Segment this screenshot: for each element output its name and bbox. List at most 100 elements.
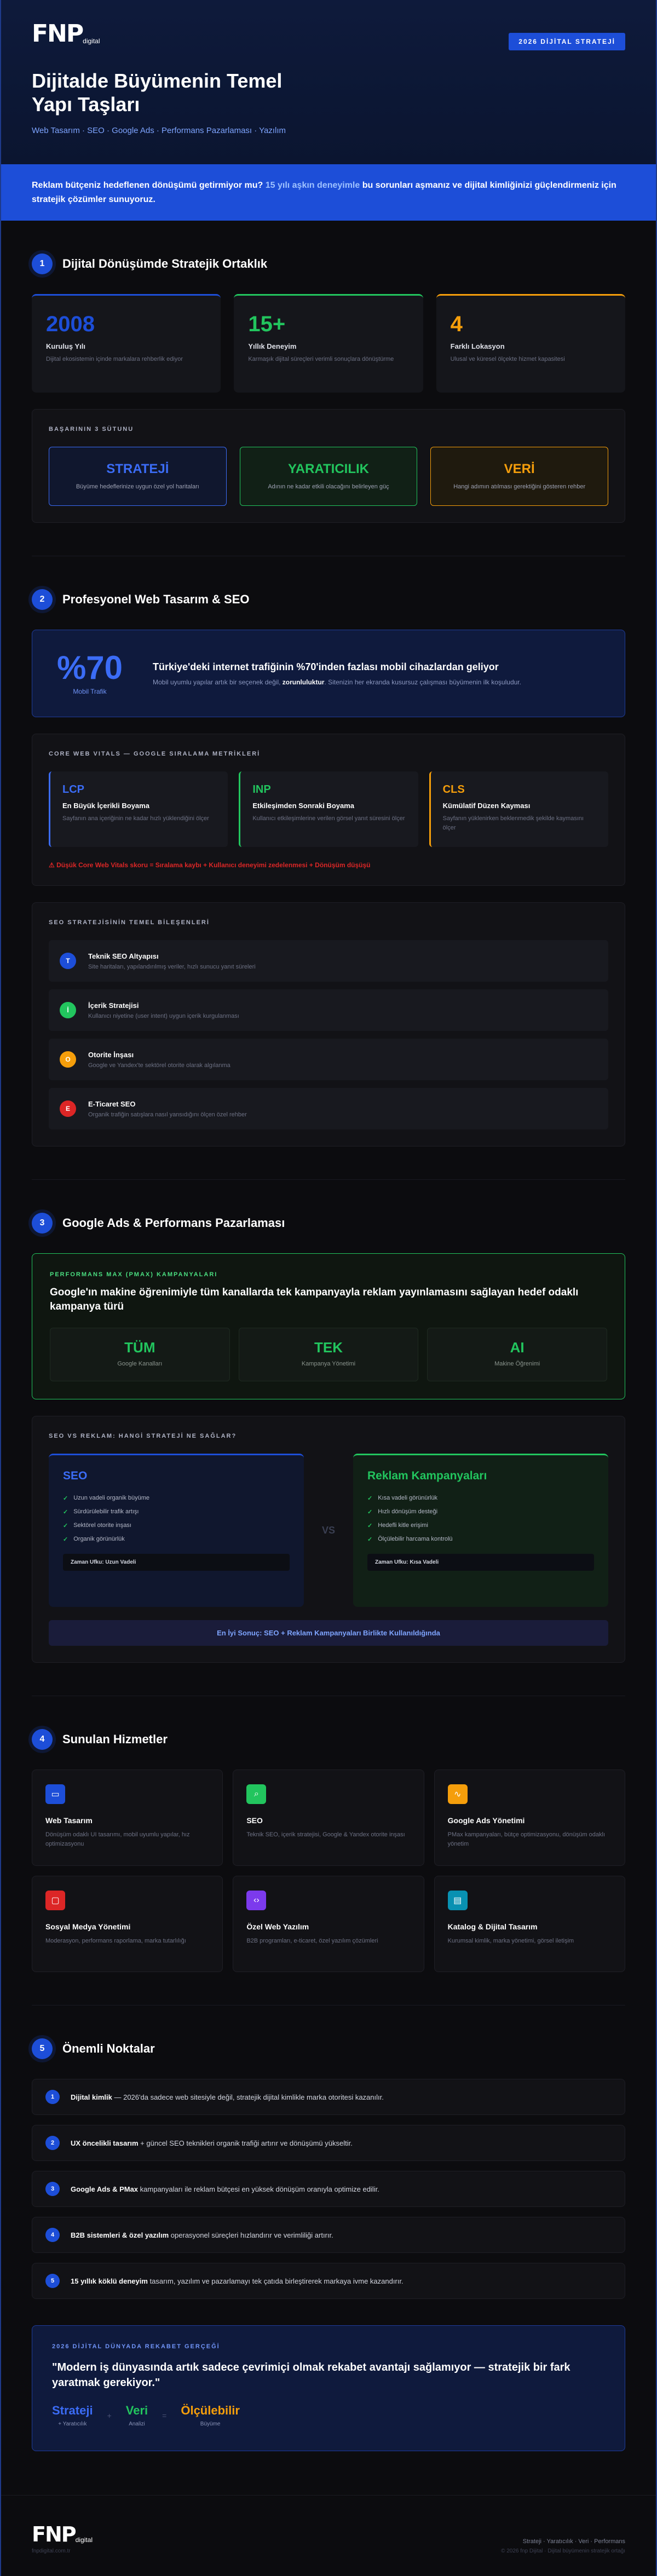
stat-label: Kuruluş Yılı [46, 342, 85, 351]
mobile-stat: %70 Mobil Trafik [54, 649, 125, 696]
logo-mark: FNP [32, 20, 84, 48]
section-header: 3 Google Ads & Performans Pazarlaması [32, 1213, 625, 1234]
list-item-text: Sürdürülebilir trafik artışı [73, 1508, 139, 1515]
list-item-text: Hızlı dönüşüm desteği [378, 1508, 438, 1515]
pillars-grid: STRATEJİ Büyüme hedeflerinize uygun özel… [49, 447, 608, 506]
seo-card: SEO ✓ Uzun vadeli organik büyüme ✓ Sürdürü… [49, 1454, 304, 1607]
cwv-desc: Sayfanın ana içeriğinin ne kadar hızlı y… [62, 815, 209, 822]
section-number: 1 [32, 253, 53, 275]
section-key-points: 5 Önemli Noktalar 1 Dijital kimlik — 202… [1, 2006, 656, 2452]
pmax-value: AI [510, 1339, 525, 1356]
intro-banner: Reklam bütçeniz hedeflenen dönüşümü geti… [1, 164, 656, 221]
formula-growth: Ölçülebilir Büyüme [181, 2404, 240, 2427]
section-ads: 3 Google Ads & Performans Pazarlaması PE… [1, 1180, 656, 1663]
list-item: ✓ Ölçülebilir harcama kontrolü [367, 1532, 594, 1546]
formula-value: Ölçülebilir [181, 2404, 240, 2418]
service-desc: PMax kampanyaları, bütçe optimizasyonu, … [447, 1831, 606, 1847]
seo-card-list: ✓ Uzun vadeli organik büyüme ✓ Sürdürülebi… [63, 1491, 290, 1546]
point-bold: Dijital kimlik [71, 2093, 112, 2101]
point-text: 15 yıllık köklü deneyim tasarım, yazılım… [71, 2277, 404, 2285]
seo-card-horizon: Zaman Ufku: Uzun Vadeli [63, 1554, 290, 1571]
point-rest: operasyonel süreçleri hızlandırır ve ver… [169, 2231, 333, 2239]
section-title: Sunulan Hizmetler [62, 1732, 168, 1747]
service-desc: Teknik SEO, içerik stratejisi, Google & … [246, 1831, 405, 1839]
stat-value: 2008 [46, 312, 95, 337]
list-item: ✓ Uzun vadeli organik büyüme [63, 1491, 290, 1505]
service-title: SEO [246, 1816, 263, 1825]
pillar-data: VERİ Hangi adımın atılması gerektiğini g… [430, 447, 608, 506]
section-number: 5 [32, 2038, 53, 2060]
seo-item-desc: Organik trafiğin satışlara nasıl yansıdı… [88, 1111, 247, 1118]
section-number: 4 [32, 1729, 53, 1750]
services-grid: ▭ Web Tasarım Dönüşüm odaklı UI tasarımı… [32, 1770, 625, 1973]
service-card-seo[interactable]: ⌕ SEO Teknik SEO, içerik stratejisi, Goo… [233, 1770, 424, 1866]
list-item-text: Sektörel otorite inşası [73, 1522, 131, 1529]
ads-card-list: ✓ Kısa vadeli görünürlük ✓ Hızlı dönüşüm d… [367, 1491, 594, 1546]
vs-label: SEO VS REKLAM: HANGİ STRATEJİ NE SAĞLAR? [49, 1433, 237, 1440]
vs-separator: VS [321, 1524, 335, 1536]
cwv-name: Etkileşimden Sonraki Boyama [252, 802, 355, 810]
point-text: B2B sistemleri & özel yazılım operasyone… [71, 2231, 333, 2239]
list-item-text: Kısa vadeli görünürlük [378, 1495, 438, 1502]
point-text: UX öncelikli tasarım + güncel SEO teknik… [71, 2139, 353, 2147]
list-item: ✓ Sektörel otorite inşası [63, 1519, 290, 1532]
seo-item-title: Otorite İnşası [88, 1050, 134, 1059]
hero-header: FNP digital 2026 DİJİTAL STRATEJİ Dijita… [1, 0, 656, 164]
service-card-custom-software[interactable]: ‹› Özel Web Yazılım B2B programları, e-t… [233, 1876, 424, 1973]
cwv-grid: LCP En Büyük İçerikli Boyama Sayfanın an… [49, 771, 608, 848]
formula-value: Veri [125, 2404, 148, 2418]
pmax-label-text: Google Kanalları [117, 1361, 163, 1368]
mobile-stat-value: %70 [56, 649, 123, 687]
formula-strategy: Strateji + Yaratıcılık [52, 2404, 93, 2427]
list-item: 4 B2B sistemleri & özel yazılım operasyo… [32, 2217, 625, 2254]
stat-card-founded: 2008 Kuruluş Yılı Dijital ekosistemin iç… [32, 294, 221, 393]
service-card-web-design[interactable]: ▭ Web Tasarım Dönüşüm odaklı UI tasarımı… [32, 1770, 223, 1866]
list-item: 1 Dijital kimlik — 2026'da sadece web si… [32, 2079, 625, 2116]
chat-icon: ▢ [45, 1891, 65, 1911]
service-desc: B2B programları, e-ticaret, özel yazılım… [246, 1938, 378, 1945]
competition-quote-card: 2026 DİJİTAL DÜNYADA REKABET GERÇEĞİ "Mo… [32, 2325, 625, 2452]
mobile-stat-label: Mobil Trafik [73, 688, 107, 696]
seo-item-title: Teknik SEO Altyapısı [88, 952, 159, 960]
formula-label: Analizi [129, 2421, 145, 2428]
point-text: Google Ads & PMax kampanyaları ile rekla… [71, 2185, 379, 2193]
list-item: ✓ Hedefli kitle erişimi [367, 1519, 594, 1532]
intro-text: Reklam bütçeniz hedeflenen dönüşümü geti… [32, 178, 625, 206]
mobile-text: Türkiye'deki internet trafiğinin %70'ind… [153, 661, 521, 686]
pmax-label-text: Kampanya Yönetimi [301, 1361, 356, 1368]
seo-marker: T [60, 953, 76, 970]
service-card-google-ads[interactable]: ∿ Google Ads Yönetimi PMax kampanyaları,… [434, 1770, 625, 1866]
stat-label: Farklı Lokasyon [450, 342, 505, 351]
seo-item-desc: Site haritaları, yapılandırılmış veriler… [88, 963, 256, 970]
service-card-social-media[interactable]: ▢ Sosyal Medya Yönetimi Moderasyon, perf… [32, 1876, 223, 1973]
point-rest: — 2026'da sadece web sitesiyle değil, st… [112, 2093, 384, 2101]
point-bold: Google Ads & PMax [71, 2185, 139, 2193]
service-card-catalog[interactable]: ▤ Katalog & Dijital Tasarım Kurumsal kim… [434, 1876, 625, 1973]
section-title: Dijital Dönüşümde Stratejik Ortaklık [62, 257, 268, 271]
list-item: ✓ Hızlı dönüşüm desteği [367, 1505, 594, 1519]
footer-logo[interactable]: FNP digital [32, 2524, 93, 2545]
pillar-desc: Hangi adımın atılması gerektiğini göster… [453, 483, 586, 491]
seo-card-title: SEO [63, 1469, 88, 1483]
pmax-text: Google'ın makine öğrenimiyle tüm kanalla… [50, 1287, 579, 1312]
stat-card-experience: 15+ Yıllık Deneyim Karmaşık dijital süre… [234, 294, 423, 393]
footer-brand: FNP digital fnpdigital.com.tr [32, 2524, 93, 2554]
pmax-box-single: TEK Kampanya Yönetimi [238, 1328, 419, 1382]
service-title: Özel Web Yazılım [246, 1922, 309, 1932]
pmax-value: TÜM [124, 1339, 155, 1356]
seo-marker: İ [60, 1002, 76, 1019]
vs-grid: SEO ✓ Uzun vadeli organik büyüme ✓ Sürdürü… [49, 1454, 608, 1607]
list-item: 2 UX öncelikli tasarım + güncel SEO tekn… [32, 2125, 625, 2162]
quote-text: "Modern iş dünyasında artık sadece çevri… [52, 2361, 570, 2389]
key-points-list: 1 Dijital kimlik — 2026'da sadece web si… [32, 2079, 625, 2300]
check-icon: ✓ [63, 1509, 68, 1516]
pmax-label-text: Makine Öğrenimi [494, 1361, 540, 1368]
section-partnership: 1 Dijital Dönüşümde Stratejik Ortaklık 2… [1, 221, 656, 523]
list-item: E E-Ticaret SEO Organik trafiğin satışlar… [49, 1088, 608, 1130]
check-icon: ✓ [63, 1495, 68, 1502]
page-title: Dijitalde Büyümenin Temel Yapı Taşları [32, 70, 283, 116]
stat-desc: Dijital ekosistemin içinde markalara reh… [46, 356, 183, 363]
list-item: İ İçerik Stratejisi Kullanıcı niyetine (u… [49, 989, 608, 1031]
check-icon: ✓ [367, 1523, 373, 1530]
point-bold: 15 yıllık köklü deneyim [71, 2277, 148, 2285]
